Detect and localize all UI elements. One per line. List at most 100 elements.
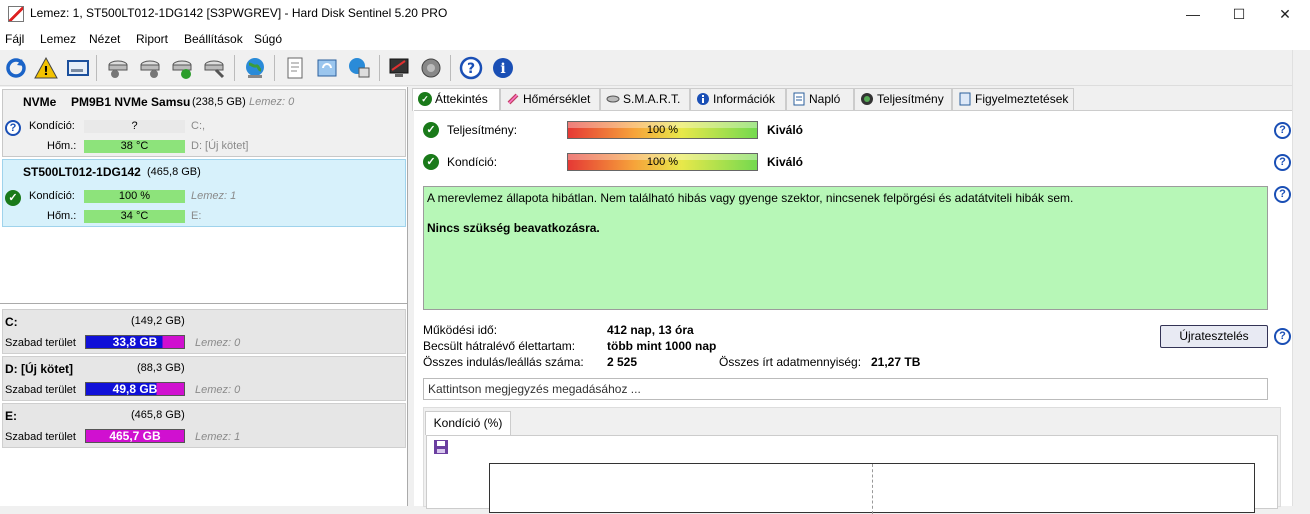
overview-content: ✓ Teljesítmény: 100 % Kiváló ? ✓ Kondíci… <box>414 110 1310 514</box>
power-cycles-value: 2 525 <box>607 355 638 369</box>
power-cycles-label: Összes indulás/leállás száma: <box>423 355 584 369</box>
monitor-icon[interactable] <box>385 54 413 82</box>
disk-drive-letter-2: D: [Új kötet] <box>191 140 249 152</box>
lifetime-label: Becsült hátralévő élettartam: <box>423 339 576 353</box>
condition-value: 100 % <box>646 156 679 168</box>
tab-label: Hőmérséklet <box>523 92 591 106</box>
refresh-icon[interactable] <box>2 54 30 82</box>
free-space-value: 49,8 GB <box>112 382 158 396</box>
help-icon[interactable]: ? <box>1274 154 1291 171</box>
menu-file[interactable]: Fájl <box>5 32 24 46</box>
save-icon[interactable] <box>433 439 449 455</box>
svg-text:!: ! <box>43 64 48 78</box>
free-space-bar: 33,8 GB <box>85 335 185 349</box>
report-icon[interactable] <box>281 54 309 82</box>
tab-smart[interactable]: S.M.A.R.T. <box>600 88 690 110</box>
temperature-value: 34 °C <box>84 210 185 223</box>
info-icon[interactable]: i <box>489 54 517 82</box>
free-space-label: Szabad terület <box>5 337 76 349</box>
menu-help[interactable]: Súgó <box>254 32 282 46</box>
svg-text:?: ? <box>467 61 475 77</box>
status-description: A merevlemez állapota hibátlan. Nem talá… <box>423 186 1268 310</box>
tab-label: Információk <box>713 92 776 106</box>
help-icon[interactable]: ? <box>457 54 485 82</box>
tab-overview[interactable]: ✓ Áttekintés <box>412 88 500 111</box>
thermometer-icon <box>507 93 519 105</box>
tab-log[interactable]: Napló <box>786 88 854 110</box>
globe-icon[interactable] <box>241 54 269 82</box>
partition-e[interactable]: E: (465,8 GB) Szabad terület 465,7 GB Le… <box>2 403 406 448</box>
condition-value: 100 % <box>84 190 185 203</box>
partition-d[interactable]: D: [Új kötet] (88,3 GB) Szabad terület 4… <box>2 356 406 401</box>
partition-size: (88,3 GB) <box>137 362 185 374</box>
free-space-label: Szabad terület <box>5 384 76 396</box>
ok-icon: ✓ <box>418 92 432 106</box>
partition-size: (465,8 GB) <box>131 409 185 421</box>
alerts-icon <box>959 92 971 106</box>
disk-item-st500[interactable]: ST500LT012-1DG142 (465,8 GB) ✓ Kondíció:… <box>2 159 406 227</box>
network-icon[interactable] <box>345 54 373 82</box>
chart-tab-condition[interactable]: Kondíció (%) <box>425 411 511 435</box>
disk-test-ok-icon[interactable] <box>168 54 196 82</box>
performance-value: 100 % <box>646 124 679 136</box>
partition-name: E: <box>5 409 17 423</box>
chart-area <box>426 435 1278 514</box>
temperature-label: Hőm.: <box>47 210 77 222</box>
disk-name: PM9B1 NVMe Samsu <box>71 95 191 109</box>
tab-label: Teljesítmény <box>877 92 944 106</box>
disk-item-nvme[interactable]: NVMe PM9B1 NVMe Samsu (238,5 GB) Lemez: … <box>2 89 406 157</box>
tab-alerts[interactable]: Figyelmeztetések <box>952 88 1074 110</box>
partition-c[interactable]: C: (149,2 GB) Szabad terület 33,8 GB Lem… <box>2 309 406 354</box>
update-icon[interactable] <box>313 54 341 82</box>
tab-label: Figyelmeztetések <box>975 92 1069 106</box>
disk-size: (465,8 GB) <box>147 166 201 178</box>
uptime-value: 412 nap, 13 óra <box>607 323 694 337</box>
minimize-button[interactable]: — <box>1170 0 1216 28</box>
warning-icon[interactable]: ! <box>32 54 60 82</box>
comment-input[interactable]: Kattintson megjegyzés megadásához ... <box>423 378 1268 400</box>
maximize-button[interactable]: ☐ <box>1216 0 1262 28</box>
drive-icon[interactable] <box>64 54 92 82</box>
free-space-bar: 465,7 GB <box>85 429 185 443</box>
info-icon <box>697 93 709 105</box>
disk-test-settings-icon[interactable] <box>200 54 228 82</box>
disk-test-2-icon[interactable] <box>136 54 164 82</box>
free-space-value: 33,8 GB <box>112 335 158 349</box>
help-icon[interactable]: ? <box>1274 328 1291 345</box>
help-icon[interactable]: ? <box>1274 122 1291 139</box>
tab-performance[interactable]: Teljesítmény <box>854 88 952 110</box>
question-icon: ? <box>5 120 21 136</box>
title-bar: Lemez: 1, ST500LT012-1DG142 [S3PWGREV] -… <box>0 0 1310 28</box>
performance-label: Teljesítmény: <box>447 123 518 137</box>
svg-text:i: i <box>500 61 505 77</box>
disk-number: Lemez: 0 <box>195 337 241 349</box>
disk-number: Lemez: 1 <box>191 190 237 202</box>
lifetime-value: több mint 1000 nap <box>607 339 717 353</box>
gauge-icon <box>861 93 873 105</box>
condition-label: Kondíció: <box>29 190 75 202</box>
menu-view[interactable]: Nézet <box>89 32 120 46</box>
disk-test-icon[interactable] <box>104 54 132 82</box>
condition-label: Kondíció: <box>29 120 75 132</box>
menu-report[interactable]: Riport <box>136 32 168 46</box>
tab-temperature[interactable]: Hőmérséklet <box>500 88 600 110</box>
disk-drive-letter: E: <box>191 210 202 222</box>
temperature-value: 38 °C <box>84 140 185 153</box>
menu-settings[interactable]: Beállítások <box>184 32 243 46</box>
status-recommendation: Nincs szükség beavatkozásra. <box>427 221 600 235</box>
performance-meter: 100 % <box>567 121 758 139</box>
ok-icon: ✓ <box>5 190 21 206</box>
help-icon[interactable]: ? <box>1274 186 1291 203</box>
close-button[interactable]: ✕ <box>1262 0 1308 28</box>
disk-name: ST500LT012-1DG142 <box>23 165 141 179</box>
scrollbar[interactable] <box>1292 50 1310 506</box>
speaker-icon[interactable] <box>417 54 445 82</box>
retest-button[interactable]: Újratesztelés <box>1160 325 1268 348</box>
disk-number: Lemez: 0 <box>195 384 241 396</box>
disk-size: (238,5 GB) <box>192 96 246 108</box>
app-icon <box>8 6 24 22</box>
condition-value: ? <box>84 120 185 133</box>
tab-information[interactable]: Információk <box>690 88 786 110</box>
menu-disk[interactable]: Lemez <box>40 32 76 46</box>
tab-label: Napló <box>809 92 841 106</box>
